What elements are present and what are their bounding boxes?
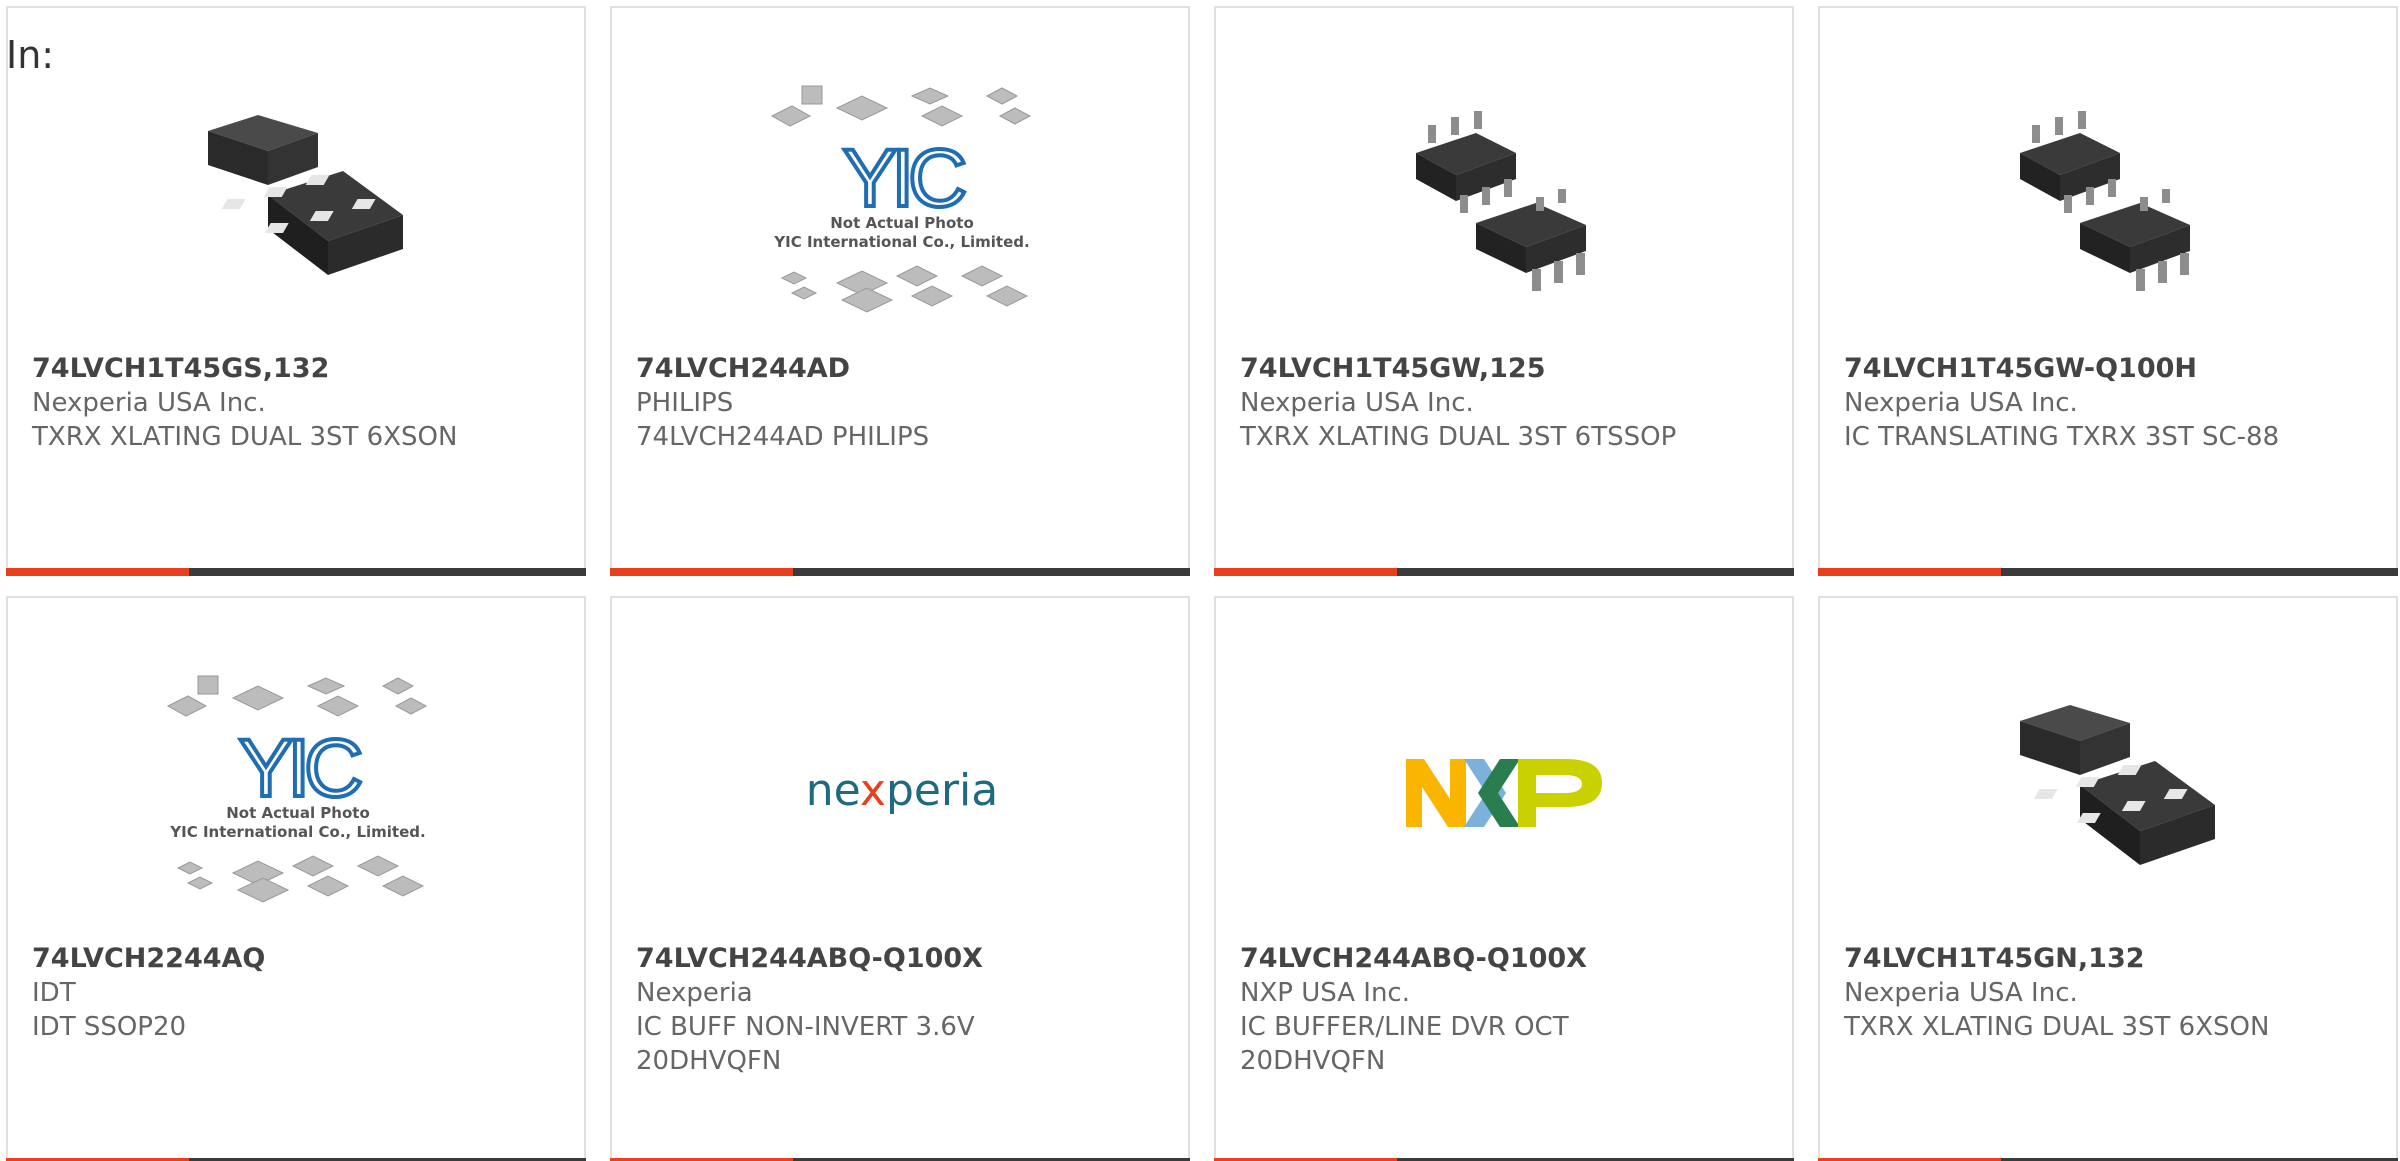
yic-line1: Not Actual Photo [226, 804, 370, 822]
nxp-logo [1406, 759, 1602, 827]
part-number[interactable]: 74LVCH244AD [636, 352, 1076, 386]
manufacturer: PHILIPS [636, 388, 734, 418]
description: IC BUFF NON-INVERT 3.6V 20DHVQFN [636, 1012, 975, 1076]
product-image[interactable]: nexperia [752, 658, 1052, 928]
manufacturer: Nexperia USA Inc. [1844, 978, 2078, 1008]
card-bottom-bar [1214, 568, 1794, 576]
description: IC TRANSLATING TXRX 3ST SC-88 [1844, 422, 2280, 452]
nexperia-logo-pre: ne [806, 765, 860, 816]
description: 74LVCH244AD PHILIPS [636, 422, 930, 452]
part-number[interactable]: 74LVCH1T45GN,132 [1844, 942, 2284, 976]
nexperia-logo-post: peria [886, 765, 998, 816]
product-card[interactable]: 74LVCH1T45GW-Q100H Nexperia USA Inc. IC … [1818, 6, 2398, 576]
card-bottom-bar [1818, 568, 2398, 576]
product-card[interactable]: YIC Not Actual Photo YIC International C… [6, 596, 586, 1161]
description: TXRX XLATING DUAL 3ST 6XSON [32, 422, 458, 452]
svg-text:nexperia: nexperia [806, 765, 999, 816]
product-card[interactable]: 74LVCH244ABQ-Q100X NXP USA Inc. IC BUFFE… [1214, 596, 1794, 1161]
tssop-package-icon [2020, 111, 2190, 291]
product-card[interactable]: 74LVCH1T45GS,132 Nexperia USA Inc. TXRX … [6, 6, 586, 576]
product-info: 74LVCH1T45GW-Q100H Nexperia USA Inc. IC … [1844, 352, 2284, 454]
part-number[interactable]: 74LVCH2244AQ [32, 942, 472, 976]
product-image[interactable] [1960, 658, 2260, 928]
nexperia-logo-x: x [860, 765, 886, 816]
product-info: 74LVCH244AD PHILIPS 74LVCH244AD PHILIPS [636, 352, 1076, 454]
manufacturer: Nexperia USA Inc. [1240, 388, 1474, 418]
card-accent [1818, 568, 2001, 576]
product-card[interactable]: 74LVCH1T45GN,132 Nexperia USA Inc. TXRX … [1818, 596, 2398, 1161]
nexperia-logo: nexperia [806, 765, 999, 816]
card-bottom-bar [610, 568, 1190, 576]
manufacturer: Nexperia [636, 978, 753, 1008]
tssop-package-icon [1416, 111, 1586, 291]
product-list-page: In: 74LVCH1T45GS,132 Nexperia USA Inc. T… [0, 0, 2400, 1161]
yic-placeholder-icon: YIC Not Actual Photo YIC International C… [770, 85, 1032, 313]
card-accent [6, 568, 189, 576]
card-accent [1214, 568, 1397, 576]
part-number[interactable]: 74LVCH244ABQ-Q100X [636, 942, 1076, 976]
product-card[interactable]: YIC Not Actual Photo YIC International C… [610, 6, 1190, 576]
svg-text:YIC: YIC [239, 723, 361, 814]
part-number[interactable]: 74LVCH244ABQ-Q100X [1240, 942, 1680, 976]
manufacturer: Nexperia USA Inc. [32, 388, 266, 418]
product-info: 74LVCH244ABQ-Q100X NXP USA Inc. IC BUFFE… [1240, 942, 1680, 1078]
svg-text:YIC: YIC [843, 133, 965, 224]
product-image[interactable] [1356, 68, 1656, 338]
product-card[interactable]: nexperia 74LVCH244ABQ-Q100X Nexperia IC … [610, 596, 1190, 1161]
part-number[interactable]: 74LVCH1T45GW,125 [1240, 352, 1680, 386]
yic-line1: Not Actual Photo [830, 214, 974, 232]
product-info: 74LVCH244ABQ-Q100X Nexperia IC BUFF NON-… [636, 942, 1076, 1078]
product-info: 74LVCH1T45GW,125 Nexperia USA Inc. TXRX … [1240, 352, 1680, 454]
manufacturer: Nexperia USA Inc. [1844, 388, 2078, 418]
yic-placeholder-icon: YIC Not Actual Photo YIC International C… [166, 675, 428, 903]
description: TXRX XLATING DUAL 3ST 6TSSOP [1240, 422, 1677, 452]
product-info: 74LVCH1T45GN,132 Nexperia USA Inc. TXRX … [1844, 942, 2284, 1044]
product-image[interactable] [1356, 658, 1656, 928]
product-info: 74LVCH1T45GS,132 Nexperia USA Inc. TXRX … [32, 352, 472, 454]
product-image[interactable] [148, 68, 448, 338]
product-info: 74LVCH2244AQ IDT IDT SSOP20 [32, 942, 472, 1044]
product-image[interactable]: YIC Not Actual Photo YIC International C… [148, 658, 448, 928]
description: IC BUFFER/LINE DVR OCT 20DHVQFN [1240, 1012, 1569, 1076]
part-number[interactable]: 74LVCH1T45GW-Q100H [1844, 352, 2284, 386]
yic-line2: YIC International Co., Limited. [169, 823, 425, 841]
xson-package-icon [208, 115, 403, 275]
in-label: In: [6, 33, 55, 77]
product-image[interactable] [1960, 68, 2260, 338]
manufacturer: NXP USA Inc. [1240, 978, 1410, 1008]
yic-line2: YIC International Co., Limited. [773, 233, 1029, 251]
card-accent [610, 568, 793, 576]
description: TXRX XLATING DUAL 3ST 6XSON [1844, 1012, 2270, 1042]
product-image[interactable]: YIC Not Actual Photo YIC International C… [752, 68, 1052, 338]
manufacturer: IDT [32, 978, 76, 1008]
part-number[interactable]: 74LVCH1T45GS,132 [32, 352, 472, 386]
card-bottom-bar [6, 568, 586, 576]
description: IDT SSOP20 [32, 1012, 187, 1042]
product-card[interactable]: 74LVCH1T45GW,125 Nexperia USA Inc. TXRX … [1214, 6, 1794, 576]
product-grid: 74LVCH1T45GS,132 Nexperia USA Inc. TXRX … [6, 6, 2400, 1161]
xson-package-icon [2020, 705, 2215, 865]
